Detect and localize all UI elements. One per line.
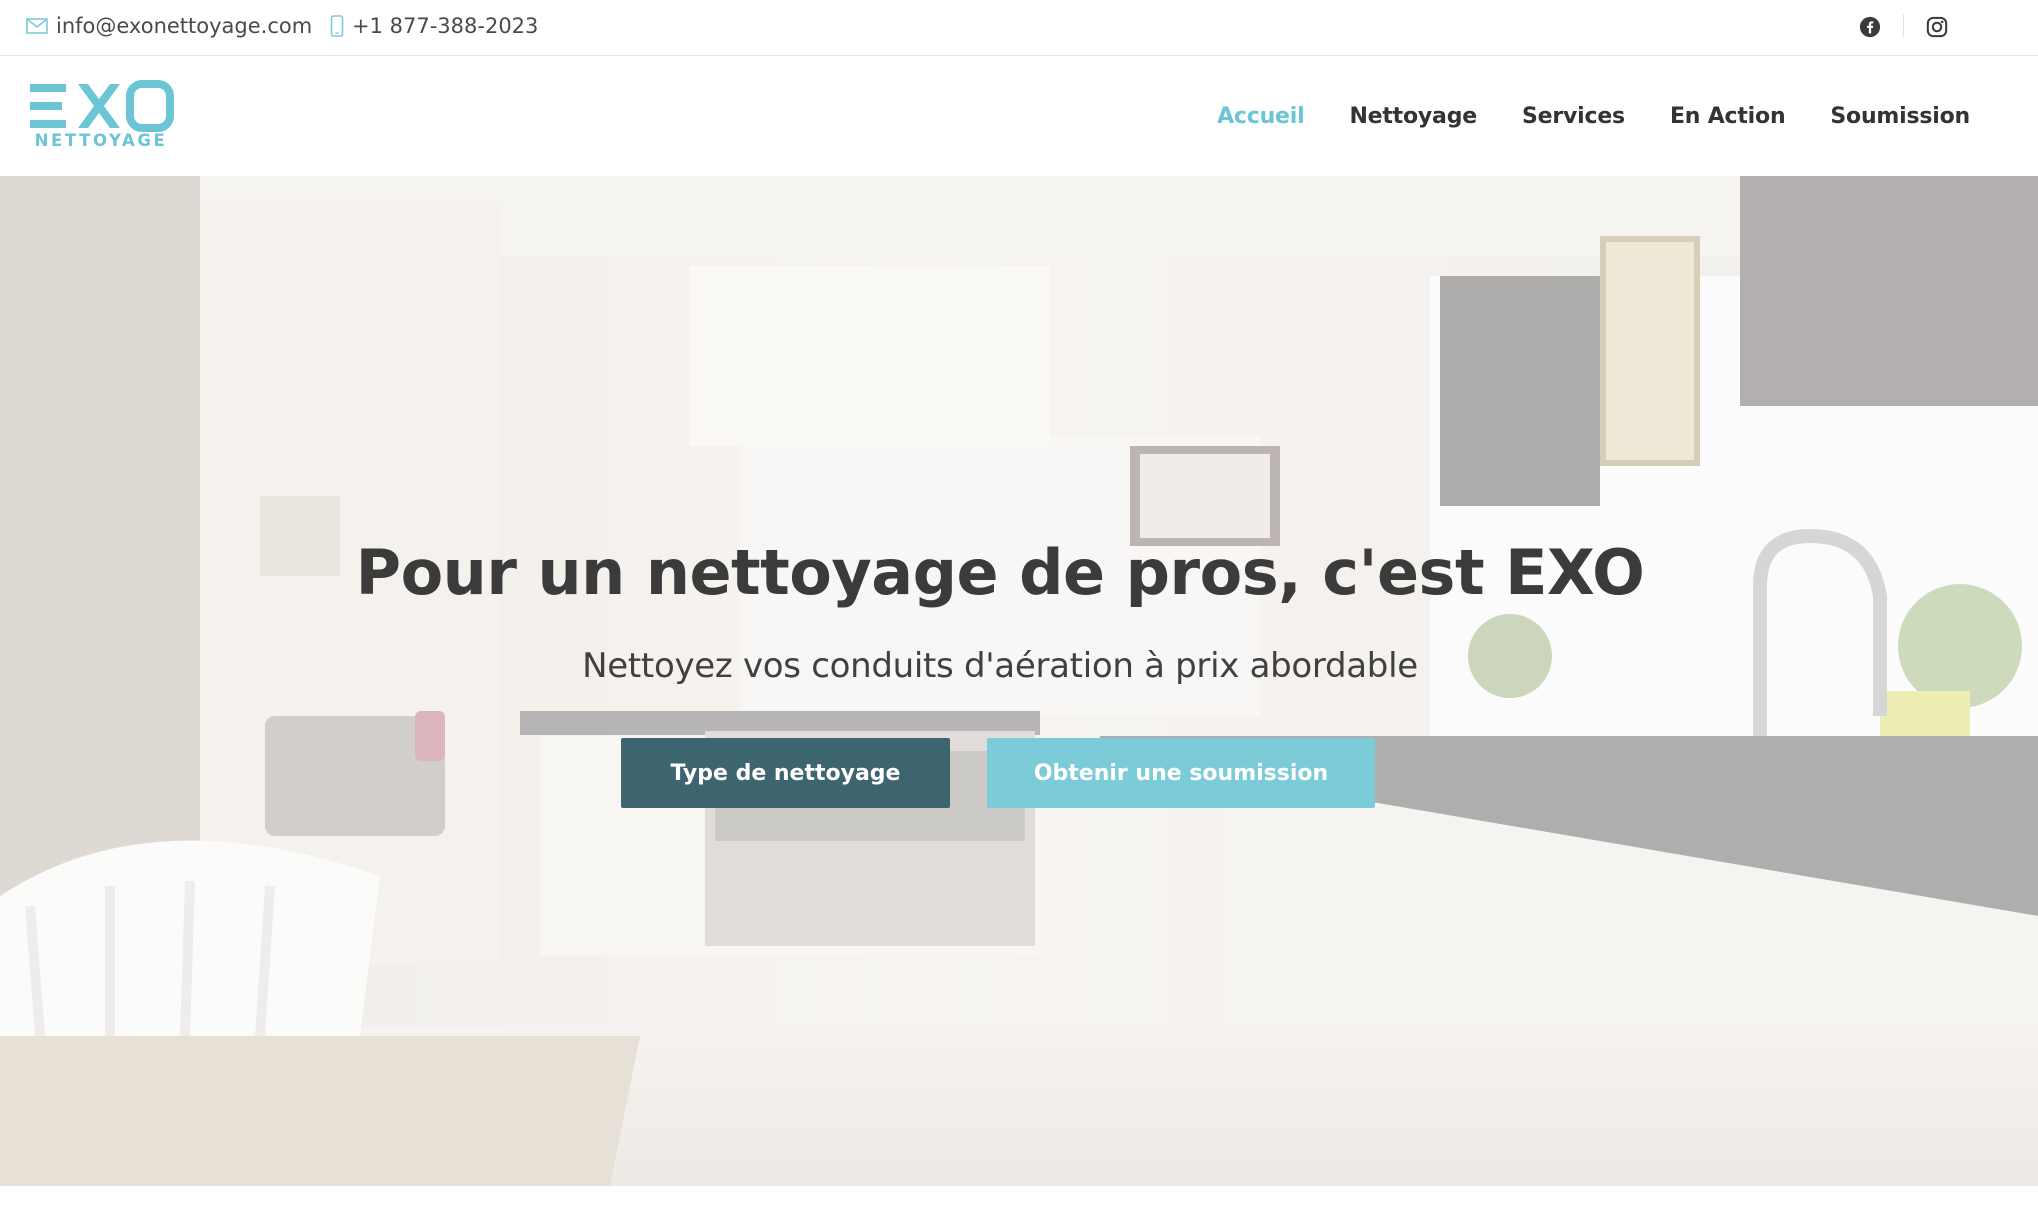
hero-title: Pour un nettoyage de pros, c'est EXO <box>355 536 1645 609</box>
exo-nettoyage-logo[interactable]: NETTOYAGE <box>28 80 174 150</box>
nav-nettoyage[interactable]: Nettoyage <box>1349 104 1477 129</box>
nav-accueil[interactable]: Accueil <box>1217 104 1305 129</box>
social-divider <box>1903 14 1904 38</box>
nav-soumission[interactable]: Soumission <box>1830 104 1970 129</box>
obtenir-soumission-button[interactable]: Obtenir une soumission <box>987 738 1375 808</box>
mobile-phone-icon <box>330 15 344 37</box>
instagram-icon[interactable] <box>1922 12 1952 42</box>
email-text[interactable]: info@exonettoyage.com <box>56 14 312 38</box>
facebook-icon[interactable] <box>1855 12 1885 42</box>
envelope-icon <box>26 18 48 34</box>
email-contact[interactable]: info@exonettoyage.com <box>26 0 312 52</box>
main-navigation: Accueil Nettoyage Services En Action Sou… <box>1217 56 1970 176</box>
top-contact-bar: info@exonettoyage.com +1 877-388-2023 <box>0 0 2038 56</box>
nav-en-action[interactable]: En Action <box>1670 104 1786 129</box>
phone-contact[interactable]: +1 877-388-2023 <box>330 0 538 52</box>
nav-services[interactable]: Services <box>1522 104 1625 129</box>
type-de-nettoyage-button[interactable]: Type de nettoyage <box>621 738 950 808</box>
main-header: NETTOYAGE Accueil Nettoyage Services En … <box>0 56 2038 176</box>
hero-content: Pour un nettoyage de pros, c'est EXO Net… <box>0 176 2038 1186</box>
hero-subtitle: Nettoyez vos conduits d'aération à prix … <box>582 646 1418 686</box>
phone-text[interactable]: +1 877-388-2023 <box>352 14 538 38</box>
logo-wordmark: NETTOYAGE <box>35 131 168 150</box>
page-below-hero <box>0 1186 2038 1228</box>
hero-section: Pour un nettoyage de pros, c'est EXO Net… <box>0 176 2038 1186</box>
